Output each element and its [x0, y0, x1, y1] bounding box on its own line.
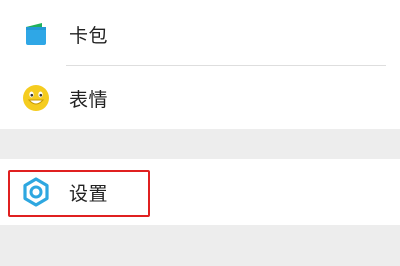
menu-group-settings: 设置: [0, 159, 400, 225]
smiley-icon: [21, 83, 51, 113]
wallet-icon: [21, 19, 51, 49]
menu-item-wallet[interactable]: 卡包: [0, 2, 400, 66]
menu-item-settings-label: 设置: [69, 182, 109, 205]
menu-item-wallet-label: 卡包: [69, 24, 109, 47]
gear-icon: [21, 177, 51, 207]
menu-item-settings[interactable]: 设置: [0, 159, 400, 225]
menu-item-stickers-label: 表情: [69, 88, 109, 111]
settings-menu-screen: 卡包 表情 设置: [0, 0, 400, 266]
menu-item-stickers[interactable]: 表情: [0, 66, 400, 130]
menu-group-top: 卡包 表情: [0, 0, 400, 129]
